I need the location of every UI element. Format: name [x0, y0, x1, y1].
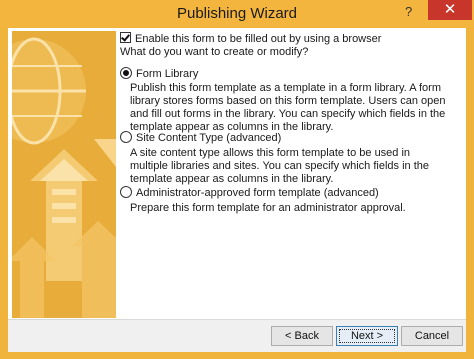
next-button[interactable]: Next >: [336, 326, 398, 346]
cancel-button[interactable]: Cancel: [401, 326, 463, 346]
title-bar: Publishing Wizard ? ✕: [0, 0, 474, 27]
globe-upload-arrows-icon: [12, 31, 116, 318]
admin-approved-label: Administrator-approved form template (ad…: [136, 187, 379, 199]
help-icon[interactable]: ?: [405, 4, 412, 19]
enable-browser-label: Enable this form to be filled out by usi…: [135, 33, 382, 45]
wizard-body: Enable this form to be filled out by usi…: [8, 28, 466, 352]
enable-browser-row[interactable]: Enable this form to be filled out by usi…: [120, 32, 381, 45]
admin-approved-option[interactable]: Administrator-approved form template (ad…: [120, 186, 379, 199]
site-content-type-label: Site Content Type (advanced): [136, 132, 282, 144]
back-button[interactable]: < Back: [271, 326, 333, 346]
site-content-type-option[interactable]: Site Content Type (advanced): [120, 131, 281, 144]
site-content-type-radio[interactable]: [120, 131, 132, 143]
close-button[interactable]: ✕: [428, 0, 472, 20]
form-library-description: Publish this form template as a template…: [130, 82, 446, 133]
form-library-label: Form Library: [136, 68, 199, 80]
site-content-type-description: A site content type allows this form tem…: [130, 147, 429, 185]
enable-browser-checkbox[interactable]: [120, 32, 131, 43]
window-title: Publishing Wizard: [176, 5, 298, 22]
form-library-radio[interactable]: [120, 67, 132, 79]
button-bar: < Back Next > Cancel: [8, 319, 466, 352]
publishing-wizard-window: Publishing Wizard ? ✕ Enable this form t…: [0, 0, 474, 359]
wizard-content: Enable this form to be filled out by usi…: [120, 28, 460, 318]
form-library-option[interactable]: Form Library: [120, 67, 198, 80]
admin-approved-radio[interactable]: [120, 186, 132, 198]
question-label: What do you want to create or modify?: [120, 46, 309, 58]
admin-approved-description: Prepare this form template for an admini…: [130, 202, 406, 214]
